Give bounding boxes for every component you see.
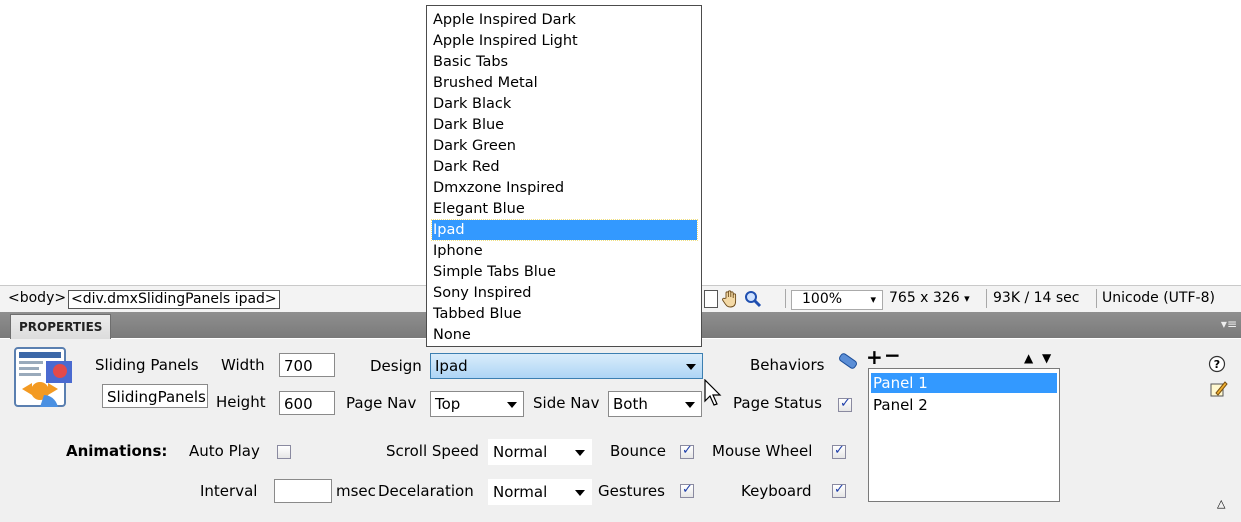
deceleration-value: Normal: [493, 483, 548, 501]
design-option[interactable]: Dmxzone Inspired: [432, 178, 697, 198]
keyboard-label: Keyboard: [741, 482, 812, 500]
side-nav-value: Both: [613, 395, 648, 413]
auto-play-checkbox[interactable]: [277, 445, 291, 459]
msec-label: msec: [336, 482, 376, 500]
design-option[interactable]: Simple Tabs Blue: [432, 262, 697, 282]
panel-menu-icon[interactable]: ▾≡: [1221, 317, 1237, 331]
interval-label: Interval: [200, 482, 258, 500]
gestures-checkbox[interactable]: [680, 482, 694, 498]
chevron-down-icon: [507, 402, 517, 408]
list-item-panel-1[interactable]: Panel 1: [871, 373, 1057, 393]
behaviors-wand-icon[interactable]: [836, 351, 860, 377]
separator: [1096, 289, 1097, 308]
behaviors-label: Behaviors: [750, 356, 825, 374]
page-nav-value: Top: [435, 395, 461, 413]
tag-div-sliding-panels[interactable]: <div.dmxSlidingPanels ipad>: [68, 290, 280, 309]
svg-text:?: ?: [1214, 358, 1220, 371]
component-type-label: Sliding Panels: [95, 356, 199, 374]
chevron-down-icon: ▾: [870, 293, 876, 306]
chevron-down-icon: ▾: [964, 292, 970, 305]
move-up-icon[interactable]: ▲: [1024, 351, 1033, 365]
list-item-panel-2[interactable]: Panel 2: [871, 395, 1057, 415]
keyboard-checkbox[interactable]: [832, 482, 846, 498]
scroll-speed-label: Scroll Speed: [386, 442, 479, 460]
design-option[interactable]: Apple Inspired Light: [432, 31, 697, 51]
deceleration-label: Decelaration: [378, 482, 474, 500]
panels-list[interactable]: Panel 1 Panel 2: [868, 368, 1060, 502]
gestures-label: Gestures: [598, 482, 665, 500]
design-option[interactable]: Dark Green: [432, 136, 697, 156]
zoom-select[interactable]: 100% ▾: [791, 290, 883, 310]
window-size-value: 765 x 326: [889, 290, 960, 306]
width-field[interactable]: 700: [279, 353, 335, 377]
side-nav-label: Side Nav: [533, 394, 600, 412]
sliding-panels-logo-icon: [14, 347, 84, 409]
height-field[interactable]: 600: [279, 391, 335, 415]
download-size-time: 93K / 14 sec: [993, 290, 1080, 306]
separator: [986, 289, 987, 308]
design-value: Ipad: [435, 357, 468, 375]
mouse-wheel-checkbox[interactable]: [832, 443, 846, 459]
side-nav-select[interactable]: Both: [608, 391, 702, 417]
scroll-speed-select[interactable]: Normal: [488, 439, 592, 465]
expand-icon[interactable]: △: [1217, 497, 1225, 510]
page-status-checkbox[interactable]: [838, 396, 852, 412]
design-option[interactable]: Dark Blue: [432, 115, 697, 135]
design-option[interactable]: Tabbed Blue: [432, 304, 697, 324]
window-size-select[interactable]: 765 x 326 ▾: [887, 290, 972, 307]
encoding-label: Unicode (UTF-8): [1102, 290, 1215, 306]
design-option[interactable]: Brushed Metal: [432, 73, 697, 93]
separator: [785, 289, 786, 308]
deceleration-select[interactable]: Normal: [488, 479, 592, 505]
design-option[interactable]: Sony Inspired: [432, 283, 697, 303]
design-option-selected[interactable]: Ipad: [431, 219, 698, 241]
design-option[interactable]: Apple Inspired Dark: [432, 10, 697, 30]
design-option[interactable]: Dark Red: [432, 157, 697, 177]
page-status-label: Page Status: [733, 394, 822, 412]
height-label: Height: [216, 393, 266, 411]
remove-panel-button[interactable]: −: [884, 343, 901, 367]
design-label: Design: [370, 357, 422, 375]
chevron-down-icon: [685, 402, 695, 408]
page-nav-label: Page Nav: [346, 394, 417, 412]
edit-icon[interactable]: [1208, 379, 1228, 403]
hand-tool-icon[interactable]: [720, 289, 740, 313]
scroll-speed-value: Normal: [493, 443, 548, 461]
tab-properties[interactable]: PROPERTIES: [10, 314, 112, 339]
zoom-tool-icon[interactable]: [743, 289, 763, 313]
interval-field[interactable]: [274, 479, 332, 503]
chevron-down-icon: [575, 490, 585, 496]
design-option[interactable]: Iphone: [432, 241, 697, 261]
design-select[interactable]: Ipad: [430, 353, 703, 379]
mouse-wheel-label: Mouse Wheel: [712, 442, 813, 460]
page-nav-select[interactable]: Top: [430, 391, 524, 417]
bounce-checkbox[interactable]: [680, 443, 694, 459]
help-icon[interactable]: ?: [1208, 355, 1226, 377]
add-panel-button[interactable]: +: [866, 345, 883, 369]
design-option[interactable]: None: [432, 325, 697, 345]
animations-label: Animations:: [66, 442, 168, 460]
design-option[interactable]: Basic Tabs: [432, 52, 697, 72]
move-down-icon[interactable]: ▼: [1042, 351, 1051, 365]
id-field[interactable]: SlidingPanels1: [102, 384, 208, 408]
cursor-icon: [704, 378, 724, 413]
select-tool-button[interactable]: [704, 290, 718, 308]
design-dropdown-list[interactable]: Apple Inspired Dark Apple Inspired Light…: [426, 5, 702, 347]
chevron-down-icon: [686, 364, 696, 370]
design-option[interactable]: Elegant Blue: [432, 199, 697, 219]
auto-play-label: Auto Play: [189, 442, 260, 460]
tag-body[interactable]: <body>: [6, 290, 68, 307]
design-option[interactable]: Dark Black: [432, 94, 697, 114]
chevron-down-icon: [575, 450, 585, 456]
width-label: Width: [221, 356, 265, 374]
zoom-value: 100%: [802, 291, 843, 307]
bounce-label: Bounce: [610, 442, 666, 460]
